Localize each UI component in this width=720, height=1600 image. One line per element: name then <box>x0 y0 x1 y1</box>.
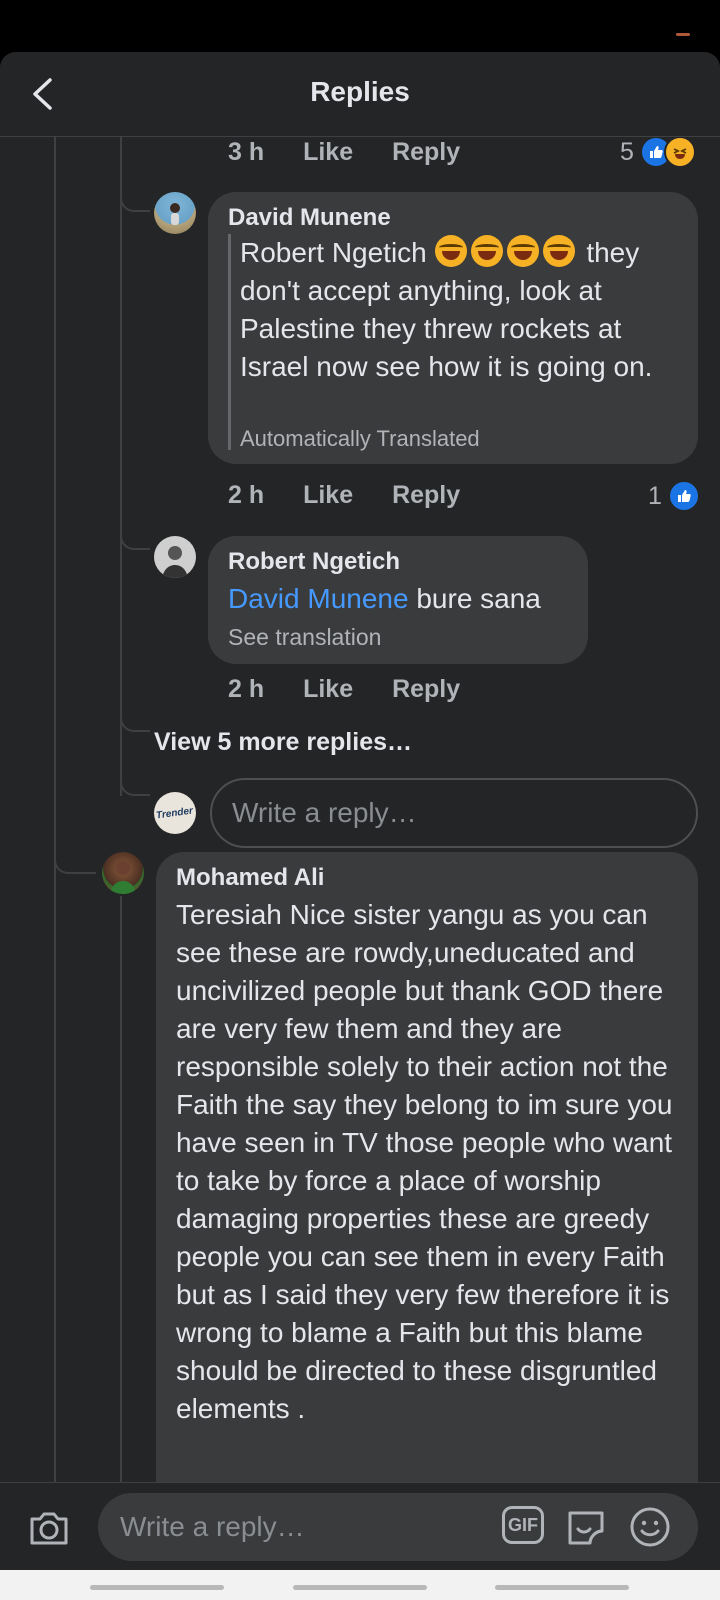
camera-button[interactable] <box>26 1505 72 1551</box>
comment-mention-text: Robert Ngetich <box>240 237 427 268</box>
avatar[interactable] <box>154 536 196 578</box>
reply-button[interactable]: Reply <box>392 675 460 703</box>
translation-note: Automatically Translated <box>240 426 480 451</box>
comment-body: bure sana <box>416 583 541 614</box>
laughing-emoji-icon <box>506 235 539 267</box>
emoji-button[interactable] <box>628 1505 672 1549</box>
comment-meta: 2 h Like Reply <box>228 675 492 704</box>
thread-line-outer <box>54 136 56 1482</box>
compose-input[interactable]: Write a reply… GIF <box>98 1493 698 1561</box>
laughing-emoji-icon <box>470 235 503 267</box>
laughing-emoji-icon <box>542 235 575 267</box>
page-title: Replies <box>310 76 410 107</box>
nav-recents-handle[interactable] <box>495 1585 629 1590</box>
mention-link[interactable]: David Munene <box>228 583 409 614</box>
like-button[interactable]: Like <box>303 138 353 166</box>
like-button[interactable]: Like <box>303 481 353 509</box>
comment-time: 2 h <box>228 481 265 509</box>
thread-connector <box>120 702 150 732</box>
avatar[interactable] <box>102 852 144 894</box>
thread-line-mohamed <box>120 896 122 1482</box>
reply-placeholder: Write a reply… <box>232 797 417 828</box>
reply-button[interactable]: Reply <box>392 138 460 166</box>
reaction-summary[interactable]: 1 <box>648 480 700 512</box>
person-avatar-icon <box>110 861 136 894</box>
comment-author[interactable]: Mohamed Ali <box>176 864 324 892</box>
reaction-count: 1 <box>648 481 662 510</box>
like-button[interactable]: Like <box>303 675 353 703</box>
thread-connector <box>120 182 150 212</box>
comment-bubble: Mohamed Ali Teresiah Nice sister yangu a… <box>156 852 698 1482</box>
like-reaction-icon <box>667 480 700 512</box>
comment-text: David Munene bure sana <box>228 580 541 618</box>
sticker-icon <box>568 1511 604 1545</box>
gif-label: GIF <box>508 1514 538 1535</box>
camera-icon <box>30 1512 68 1545</box>
comment-time: 2 h <box>228 675 265 703</box>
person-avatar-icon <box>170 203 180 225</box>
comment-bubble: David Munene Robert Ngetich they don't a… <box>208 192 698 464</box>
smiley-icon <box>630 1507 670 1547</box>
system-nav-bar <box>0 1570 720 1600</box>
avatar[interactable] <box>154 192 196 234</box>
reply-input[interactable]: Write a reply… <box>210 778 698 848</box>
user-avatar: Trender <box>154 792 196 834</box>
thread-connector <box>120 520 150 550</box>
comment-time: 3 h <box>228 138 265 166</box>
view-more-replies-link[interactable]: View 5 more replies… <box>154 728 412 757</box>
thread-line-inner <box>120 136 122 796</box>
comment-meta: 2 h Like Reply <box>228 481 492 510</box>
nav-home-handle[interactable] <box>293 1585 427 1590</box>
comment-text: Teresiah Nice sister yangu as you can se… <box>176 899 673 1424</box>
sticker-button[interactable] <box>564 1505 608 1549</box>
laughing-emoji-icon <box>434 235 467 267</box>
status-indicator <box>676 33 690 36</box>
status-bar <box>0 0 720 52</box>
replies-sheet: Replies 3 h Like Reply 5 David Munene Ro… <box>0 52 720 1482</box>
comment-meta: 3 h Like Reply <box>228 138 492 167</box>
nav-back-handle[interactable] <box>90 1585 224 1590</box>
thread-connector <box>120 766 150 796</box>
thread-connector <box>54 828 96 874</box>
translation-bar <box>228 234 231 450</box>
comment-bubble: Robert Ngetich David Munene bure sana Se… <box>208 536 588 664</box>
see-translation-link[interactable]: See translation <box>228 624 381 651</box>
comment-author[interactable]: David Munene <box>228 204 391 232</box>
haha-reaction-icon <box>663 136 696 168</box>
compose-placeholder: Write a reply… <box>120 1511 305 1542</box>
composer-bar: Write a reply… GIF <box>0 1482 720 1571</box>
avatar-text: Trender <box>155 804 195 822</box>
person-avatar-icon <box>162 546 188 578</box>
reply-button[interactable]: Reply <box>392 481 460 509</box>
reaction-count: 5 <box>620 137 634 166</box>
gif-button[interactable]: GIF <box>502 1506 544 1544</box>
comment-author[interactable]: Robert Ngetich <box>228 548 400 576</box>
header: Replies <box>0 52 720 137</box>
comment-text: Robert Ngetich they don't accept anythin… <box>240 234 680 386</box>
reaction-summary[interactable]: 5 <box>620 136 696 168</box>
